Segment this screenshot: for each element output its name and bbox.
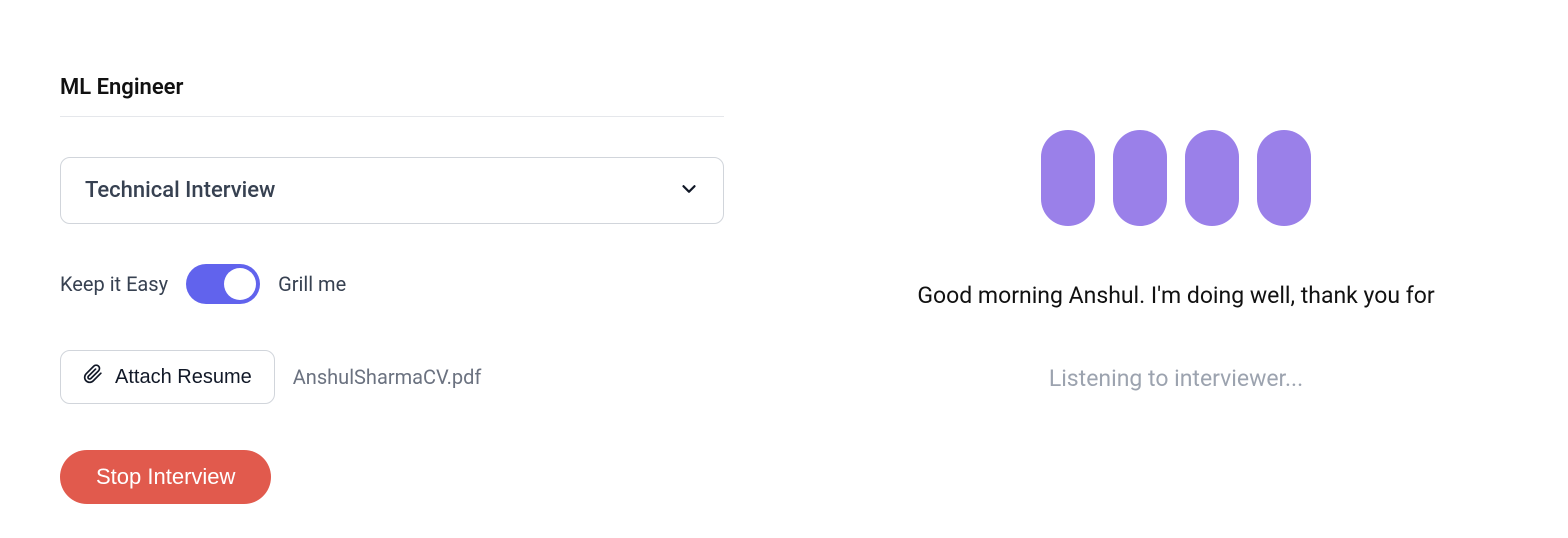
attach-button-label: Attach Resume (115, 366, 252, 389)
divider (60, 116, 724, 117)
conversation-panel: Good morning Anshul. I'm doing well, tha… (784, 0, 1568, 538)
settings-panel: ML Engineer Technical Interview Keep it … (0, 0, 784, 538)
status-text: Listening to interviewer... (1049, 365, 1303, 392)
audio-bar (1185, 130, 1239, 226)
difficulty-row: Keep it Easy Grill me (60, 264, 724, 304)
audio-bar (1041, 130, 1095, 226)
difficulty-toggle[interactable] (186, 264, 260, 304)
attach-row: Attach Resume AnshulSharmaCV.pdf (60, 350, 724, 404)
attach-resume-button[interactable]: Attach Resume (60, 350, 275, 404)
toggle-knob (224, 268, 256, 300)
audio-visualizer (1041, 130, 1311, 226)
role-title: ML Engineer (60, 75, 724, 108)
paperclip-icon (83, 364, 103, 390)
attached-filename: AnshulSharmaCV.pdf (293, 365, 482, 389)
interview-type-select[interactable]: Technical Interview (60, 157, 724, 224)
transcript-text: Good morning Anshul. I'm doing well, tha… (877, 282, 1474, 309)
difficulty-easy-label: Keep it Easy (60, 272, 168, 296)
difficulty-hard-label: Grill me (278, 272, 346, 296)
audio-bar (1257, 130, 1311, 226)
stop-interview-button[interactable]: Stop Interview (60, 450, 271, 504)
role-title-wrap: ML Engineer (60, 75, 724, 108)
interview-type-select-wrap: Technical Interview (60, 157, 724, 224)
audio-bar (1113, 130, 1167, 226)
